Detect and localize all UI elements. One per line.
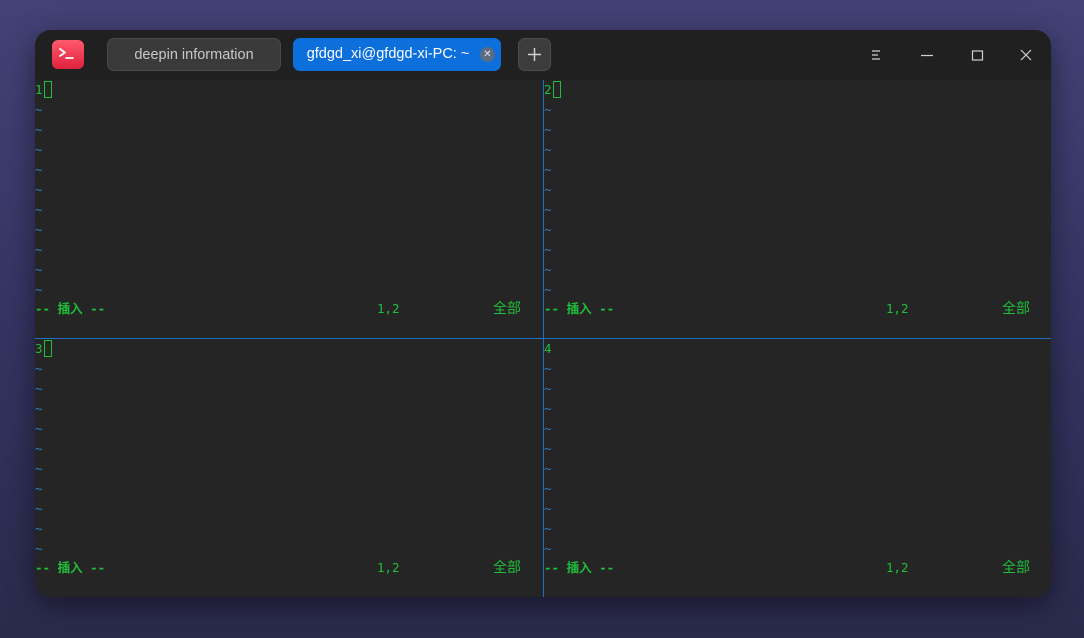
- empty-line-marker: ~: [35, 122, 43, 137]
- scroll-position: 全部: [493, 301, 521, 317]
- text-cursor: [44, 81, 52, 98]
- scroll-position: 全部: [493, 560, 521, 576]
- empty-line-marker: ~: [35, 421, 43, 436]
- menu-button[interactable]: [863, 42, 889, 68]
- cursor-position: 1,2: [886, 560, 909, 575]
- empty-line-marker: ~: [544, 401, 552, 416]
- text-cursor: [44, 340, 52, 357]
- empty-line-marker: ~: [35, 541, 43, 556]
- empty-line-marker: ~: [544, 202, 552, 217]
- empty-line-marker: ~: [544, 461, 552, 476]
- empty-line-marker: ~: [35, 381, 43, 396]
- vim-mode-indicator: -- 插入 --: [35, 301, 106, 316]
- vim-mode-indicator: -- 插入 --: [544, 560, 615, 575]
- tab-label: gfdgd_xi@gfdgd-xi-PC: ~: [306, 46, 470, 62]
- empty-line-marker: ~: [35, 142, 43, 157]
- scroll-position: 全部: [1002, 301, 1030, 317]
- tab-label: deepin information: [134, 47, 254, 63]
- close-window-button[interactable]: [1013, 42, 1039, 68]
- close-tab-icon[interactable]: ✕: [480, 47, 495, 62]
- empty-line-marker: ~: [544, 242, 552, 257]
- empty-line-marker: ~: [35, 162, 43, 177]
- empty-line-marker: ~: [35, 102, 43, 117]
- tab-deepin-information[interactable]: deepin information: [107, 38, 281, 71]
- close-icon: [1020, 49, 1032, 61]
- terminal-pane-4[interactable]: 4 ~ ~ ~ ~ ~ ~ ~ ~ ~ ~ -- 插入 -- 1,2 全部: [544, 339, 1051, 597]
- cursor-position: 1,2: [377, 301, 400, 316]
- terminal-pane-3[interactable]: 3 ~ ~ ~ ~ ~ ~ ~ ~ ~ ~ -- 插入 -- 1,2 全部: [35, 339, 543, 597]
- empty-line-marker: ~: [35, 202, 43, 217]
- empty-line-marker: ~: [35, 501, 43, 516]
- empty-line-marker: ~: [35, 282, 43, 297]
- pane-number: 4: [544, 341, 552, 356]
- plus-icon: [528, 48, 541, 61]
- tab-terminal-session[interactable]: gfdgd_xi@gfdgd-xi-PC: ~ ✕: [293, 38, 501, 71]
- empty-line-marker: ~: [35, 361, 43, 376]
- text-cursor: [553, 81, 561, 98]
- empty-line-marker: ~: [35, 262, 43, 277]
- pane-number: 2: [544, 82, 552, 97]
- empty-line-marker: ~: [544, 182, 552, 197]
- terminal-pane-1[interactable]: 1 ~ ~ ~ ~ ~ ~ ~ ~ ~ ~ -- 插入 -- 1,2 全部: [35, 80, 543, 338]
- empty-line-marker: ~: [544, 441, 552, 456]
- minimize-button[interactable]: [914, 42, 940, 68]
- empty-line-marker: ~: [544, 521, 552, 536]
- vim-mode-indicator: -- 插入 --: [544, 301, 615, 316]
- empty-line-marker: ~: [35, 242, 43, 257]
- terminal-pane-2[interactable]: 2 ~ ~ ~ ~ ~ ~ ~ ~ ~ ~ -- 插入 -- 1,2 全部: [544, 80, 1051, 338]
- empty-line-marker: ~: [35, 461, 43, 476]
- empty-line-marker: ~: [544, 421, 552, 436]
- empty-line-marker: ~: [35, 401, 43, 416]
- empty-line-marker: ~: [35, 222, 43, 237]
- empty-line-marker: ~: [544, 102, 552, 117]
- empty-line-marker: ~: [35, 441, 43, 456]
- empty-line-marker: ~: [35, 182, 43, 197]
- cursor-position: 1,2: [886, 301, 909, 316]
- hamburger-menu-icon: [872, 50, 880, 60]
- empty-line-marker: ~: [544, 541, 552, 556]
- terminal-icon[interactable]: [52, 40, 84, 69]
- empty-line-marker: ~: [35, 521, 43, 536]
- horizontal-split-divider[interactable]: [35, 338, 1051, 339]
- empty-line-marker: ~: [544, 262, 552, 277]
- empty-line-marker: ~: [35, 481, 43, 496]
- vim-mode-indicator: -- 插入 --: [35, 560, 106, 575]
- empty-line-marker: ~: [544, 122, 552, 137]
- empty-line-marker: ~: [544, 162, 552, 177]
- scroll-position: 全部: [1002, 560, 1030, 576]
- empty-line-marker: ~: [544, 142, 552, 157]
- minimize-icon: [921, 54, 933, 57]
- pane-number: 1: [35, 82, 43, 97]
- new-tab-button[interactable]: [518, 38, 551, 71]
- cursor-position: 1,2: [377, 560, 400, 575]
- empty-line-marker: ~: [544, 282, 552, 297]
- maximize-button[interactable]: [964, 42, 990, 68]
- empty-line-marker: ~: [544, 222, 552, 237]
- empty-line-marker: ~: [544, 501, 552, 516]
- maximize-icon: [971, 50, 984, 61]
- terminal-window: deepin information gfdgd_xi@gfdgd-xi-PC:…: [35, 30, 1051, 597]
- empty-line-marker: ~: [544, 481, 552, 496]
- empty-line-marker: ~: [544, 381, 552, 396]
- pane-number: 3: [35, 341, 43, 356]
- titlebar[interactable]: deepin information gfdgd_xi@gfdgd-xi-PC:…: [35, 30, 1051, 80]
- empty-line-marker: ~: [544, 361, 552, 376]
